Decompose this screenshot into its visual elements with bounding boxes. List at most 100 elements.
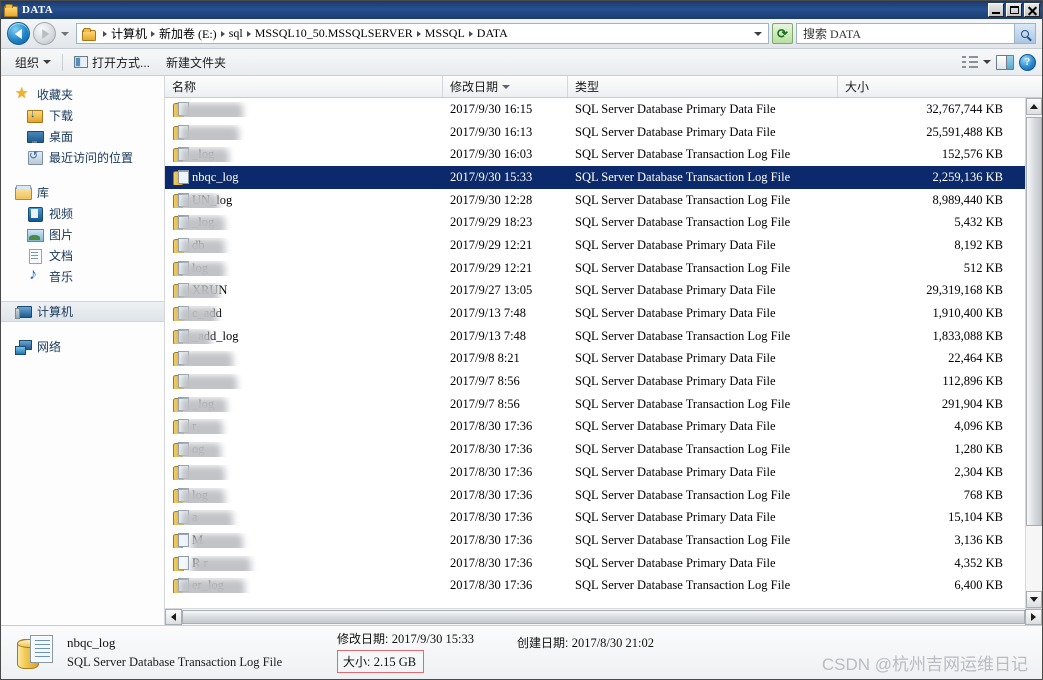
table-row[interactable]: 2017/9/30 16:13 SQL Server Database Prima… bbox=[165, 121, 1025, 144]
column-header-label: 类型 bbox=[575, 80, 600, 94]
sidebar-item-computer[interactable]: 计算机 bbox=[1, 301, 164, 322]
sidebar-item-music[interactable]: 音乐 bbox=[1, 266, 164, 287]
open-with-button[interactable]: 打开方式... bbox=[66, 51, 158, 74]
details-pane: nbqc_log SQL Server Database Transaction… bbox=[1, 625, 1042, 679]
details-modified-value: 2017/9/30 15:33 bbox=[391, 631, 474, 646]
new-folder-button[interactable]: 新建文件夹 bbox=[158, 51, 234, 74]
table-row[interactable]: UN_log 2017/9/30 12:28 SQL Server Database… bbox=[165, 189, 1025, 212]
file-size-cell: 1,833,088 KB bbox=[932, 328, 1004, 343]
table-row[interactable]: XRUN 2017/9/27 13:05 SQL Server Database P… bbox=[165, 280, 1025, 303]
file-date-cell: 2017/9/7 8:56 bbox=[450, 396, 520, 411]
breadcrumb-item-volume[interactable]: 新加卷 (E:) bbox=[159, 25, 217, 42]
pictures-icon bbox=[27, 227, 44, 242]
file-type-cell: SQL Server Database Primary Data File bbox=[575, 464, 776, 479]
table-row[interactable]: c_add 2017/9/13 7:48 SQL Server Database P… bbox=[165, 302, 1025, 325]
search-icon[interactable] bbox=[1014, 24, 1035, 43]
file-name-cell: nbqc_log bbox=[165, 169, 443, 185]
caret-up-icon[interactable] bbox=[1026, 98, 1042, 115]
caret-down-icon bbox=[502, 84, 511, 89]
sidebar-item-libraries[interactable]: 库 bbox=[1, 182, 164, 203]
breadcrumb-item-mssql[interactable]: MSSQL bbox=[425, 26, 465, 41]
sidebar-item-recent-places[interactable]: 最近访问的位置 bbox=[1, 147, 164, 168]
chevron-down-icon[interactable] bbox=[983, 60, 991, 64]
caret-left-icon[interactable] bbox=[165, 609, 182, 625]
chevron-down-icon[interactable] bbox=[754, 31, 762, 36]
sidebar-item-network[interactable]: 网络 bbox=[1, 336, 164, 357]
file-size-cell: 512 KB bbox=[963, 260, 1003, 275]
vertical-scroll-thumb[interactable] bbox=[1026, 117, 1042, 527]
table-row[interactable]: er_log 2017/8/30 17:36 SQL Server Database… bbox=[165, 574, 1025, 597]
table-row[interactable]: 2017/9/7 8:56 SQL Server Database Primary… bbox=[165, 370, 1025, 393]
sql-log-file-icon bbox=[15, 633, 55, 673]
column-header-size[interactable]: 大小 bbox=[838, 76, 1042, 97]
horizontal-scroll-track[interactable] bbox=[182, 609, 1025, 625]
table-row[interactable]: M 2017/8/30 17:36 SQL Server Database Tran… bbox=[165, 529, 1025, 552]
table-row[interactable]: _log 2017/9/7 8:56 SQL Server Database Tra… bbox=[165, 393, 1025, 416]
organize-button[interactable]: 组织 bbox=[7, 51, 59, 74]
sidebar-item-favorites[interactable]: 收藏夹 bbox=[1, 84, 164, 105]
maximize-button[interactable] bbox=[1006, 3, 1022, 17]
file-date-cell: 2017/9/29 12:21 bbox=[450, 260, 533, 275]
file-type-cell: SQL Server Database Transaction Log File bbox=[575, 487, 791, 502]
breadcrumb-item-computer[interactable]: 计算机 bbox=[111, 25, 147, 42]
table-row[interactable]: R r 2017/8/30 17:36 SQL Server Database Pr… bbox=[165, 552, 1025, 575]
caret-right-icon[interactable] bbox=[1025, 609, 1042, 625]
file-name-cell: _add_log bbox=[165, 328, 443, 344]
vertical-scroll-track[interactable] bbox=[1026, 115, 1042, 591]
back-arrow-icon[interactable] bbox=[7, 22, 30, 45]
table-row[interactable]: r 2017/8/30 17:36 SQL Server Database Prim… bbox=[165, 416, 1025, 439]
caret-down-icon[interactable] bbox=[1026, 591, 1042, 608]
file-name-label: r bbox=[192, 419, 197, 434]
table-row[interactable]: 2017/9/8 8:21 SQL Server Database Primary… bbox=[165, 348, 1025, 371]
table-row[interactable]: _log 2017/9/29 18:23 SQL Server Database T… bbox=[165, 211, 1025, 234]
breadcrumb-item-instance[interactable]: MSSQL10_50.MSSQLSERVER bbox=[255, 26, 413, 41]
sidebar-item-desktop[interactable]: 桌面 bbox=[1, 126, 164, 147]
file-size-cell: 5,432 KB bbox=[954, 215, 1003, 230]
help-icon[interactable]: ? bbox=[1019, 53, 1036, 71]
refresh-icon[interactable]: ⟳ bbox=[772, 23, 793, 44]
file-name-cell: db bbox=[165, 237, 443, 253]
file-type-cell: SQL Server Database Transaction Log File bbox=[575, 328, 791, 343]
table-row[interactable]: log 2017/8/30 17:36 SQL Server Database Tr… bbox=[165, 484, 1025, 507]
table-row[interactable]: 2017/8/30 17:36 SQL Server Database Prima… bbox=[165, 461, 1025, 484]
breadcrumb-item-sql[interactable]: sql bbox=[229, 26, 243, 41]
breadcrumb[interactable]: 计算机 新加卷 (E:) sql MSSQL10_50.MSSQLSERVER … bbox=[76, 23, 769, 44]
file-name-cell: er_log bbox=[165, 578, 443, 594]
minimize-button[interactable] bbox=[988, 3, 1004, 17]
table-row[interactable]: og 2017/8/30 17:36 SQL Server Database Tra… bbox=[165, 438, 1025, 461]
sidebar-item-pictures[interactable]: 图片 bbox=[1, 224, 164, 245]
close-button[interactable] bbox=[1024, 3, 1040, 17]
preview-pane-icon[interactable] bbox=[996, 54, 1014, 70]
search-input[interactable]: 搜索 DATA bbox=[796, 23, 1036, 44]
column-header-date[interactable]: 修改日期 bbox=[443, 76, 568, 97]
network-icon bbox=[15, 339, 32, 355]
sidebar-item-videos[interactable]: 视频 bbox=[1, 203, 164, 224]
file-date-cell: 2017/9/30 16:03 bbox=[450, 147, 533, 162]
horizontal-scrollbar[interactable] bbox=[165, 608, 1042, 625]
sidebar-item-downloads[interactable]: 下载 bbox=[1, 105, 164, 126]
desktop-icon bbox=[27, 129, 44, 144]
horizontal-scroll-thumb[interactable] bbox=[182, 610, 1025, 624]
table-row[interactable]: a 2017/8/30 17:36 SQL Server Database Prim… bbox=[165, 506, 1025, 529]
sidebar-item-label: 桌面 bbox=[49, 130, 74, 144]
table-row[interactable]: 2017/9/30 16:15 SQL Server Database Prima… bbox=[165, 98, 1025, 121]
forward-arrow-icon[interactable] bbox=[33, 22, 56, 45]
star-icon bbox=[15, 84, 31, 102]
table-row[interactable]: db 2017/9/29 12:21 SQL Server Database Pri… bbox=[165, 234, 1025, 257]
file-type-cell: SQL Server Database Transaction Log File bbox=[575, 442, 791, 457]
file-date-cell: 2017/9/27 13:05 bbox=[450, 283, 533, 298]
column-header-type[interactable]: 类型 bbox=[568, 76, 838, 97]
vertical-scrollbar[interactable] bbox=[1025, 98, 1042, 608]
breadcrumb-item-data[interactable]: DATA bbox=[477, 26, 508, 41]
file-date-cell: 2017/8/30 17:36 bbox=[450, 555, 533, 570]
redaction-overlay bbox=[181, 125, 239, 140]
table-row[interactable]: _add_log 2017/9/13 7:48 SQL Server Databas… bbox=[165, 325, 1025, 348]
table-row[interactable]: nbqc_log 2017/9/30 15:33 SQL Server Databa… bbox=[165, 166, 1025, 189]
nav-group-favorites: 收藏夹 下载 桌面 最近访问的位置 bbox=[1, 84, 164, 168]
sidebar-item-documents[interactable]: 文档 bbox=[1, 245, 164, 266]
chevron-down-icon[interactable] bbox=[61, 31, 69, 36]
table-row[interactable]: log 2017/9/29 12:21 SQL Server Database Tr… bbox=[165, 257, 1025, 280]
column-header-name[interactable]: 名称 bbox=[165, 76, 443, 97]
list-view-icon[interactable] bbox=[962, 55, 978, 69]
table-row[interactable]: _log 2017/9/30 16:03 SQL Server Database T… bbox=[165, 143, 1025, 166]
